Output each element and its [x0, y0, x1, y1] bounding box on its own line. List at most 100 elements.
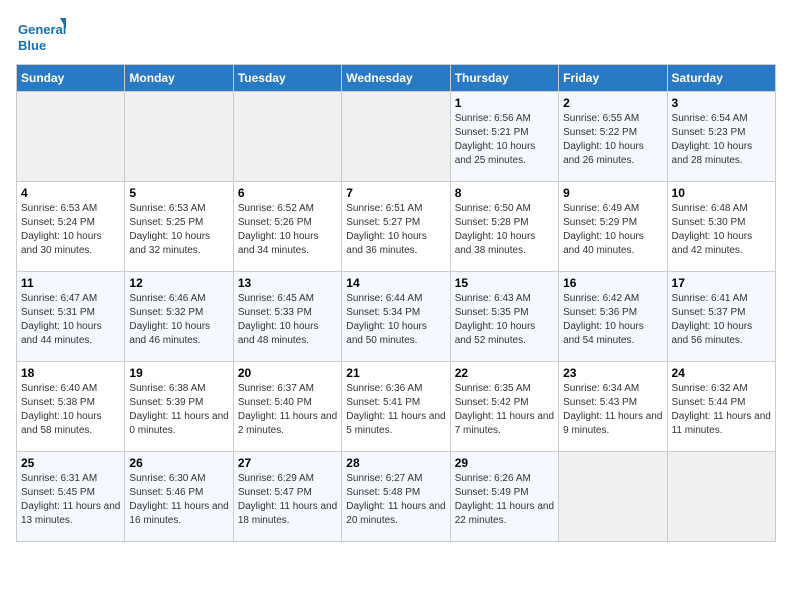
day-info: Sunrise: 6:52 AM Sunset: 5:26 PM Dayligh…: [238, 202, 337, 258]
daylight-text: Daylight: 10 hours and 44 minutes.: [21, 320, 120, 348]
sunset-text: Sunset: 5:45 PM: [21, 486, 120, 500]
calendar-cell: 29 Sunrise: 6:26 AM Sunset: 5:49 PM Dayl…: [450, 452, 558, 542]
day-number: 12: [129, 276, 228, 290]
sunrise-text: Sunrise: 6:55 AM: [563, 112, 662, 126]
sunrise-text: Sunrise: 6:27 AM: [346, 472, 445, 486]
day-number: 6: [238, 186, 337, 200]
calendar-cell: 6 Sunrise: 6:52 AM Sunset: 5:26 PM Dayli…: [233, 182, 341, 272]
calendar-cell: [17, 92, 125, 182]
calendar-cell: 13 Sunrise: 6:45 AM Sunset: 5:33 PM Dayl…: [233, 272, 341, 362]
daylight-text: Daylight: 10 hours and 32 minutes.: [129, 230, 228, 258]
sunrise-text: Sunrise: 6:34 AM: [563, 382, 662, 396]
calendar-cell: 26 Sunrise: 6:30 AM Sunset: 5:46 PM Dayl…: [125, 452, 233, 542]
sunset-text: Sunset: 5:44 PM: [672, 396, 771, 410]
daylight-text: Daylight: 10 hours and 36 minutes.: [346, 230, 445, 258]
sunrise-text: Sunrise: 6:41 AM: [672, 292, 771, 306]
sunset-text: Sunset: 5:39 PM: [129, 396, 228, 410]
day-number: 22: [455, 366, 554, 380]
day-number: 3: [672, 96, 771, 110]
day-number: 7: [346, 186, 445, 200]
daylight-text: Daylight: 10 hours and 42 minutes.: [672, 230, 771, 258]
daylight-text: Daylight: 10 hours and 25 minutes.: [455, 140, 554, 168]
day-info: Sunrise: 6:38 AM Sunset: 5:39 PM Dayligh…: [129, 382, 228, 438]
day-number: 14: [346, 276, 445, 290]
calendar-cell: 20 Sunrise: 6:37 AM Sunset: 5:40 PM Dayl…: [233, 362, 341, 452]
calendar-cell: 4 Sunrise: 6:53 AM Sunset: 5:24 PM Dayli…: [17, 182, 125, 272]
daylight-text: Daylight: 10 hours and 38 minutes.: [455, 230, 554, 258]
daylight-text: Daylight: 11 hours and 9 minutes.: [563, 410, 662, 438]
day-info: Sunrise: 6:29 AM Sunset: 5:47 PM Dayligh…: [238, 472, 337, 528]
sunset-text: Sunset: 5:32 PM: [129, 306, 228, 320]
sunset-text: Sunset: 5:30 PM: [672, 216, 771, 230]
day-info: Sunrise: 6:49 AM Sunset: 5:29 PM Dayligh…: [563, 202, 662, 258]
daylight-text: Daylight: 10 hours and 28 minutes.: [672, 140, 771, 168]
daylight-text: Daylight: 11 hours and 0 minutes.: [129, 410, 228, 438]
sunset-text: Sunset: 5:37 PM: [672, 306, 771, 320]
header-thursday: Thursday: [450, 65, 558, 92]
calendar-cell: 11 Sunrise: 6:47 AM Sunset: 5:31 PM Dayl…: [17, 272, 125, 362]
calendar-cell: 27 Sunrise: 6:29 AM Sunset: 5:47 PM Dayl…: [233, 452, 341, 542]
day-info: Sunrise: 6:37 AM Sunset: 5:40 PM Dayligh…: [238, 382, 337, 438]
sunset-text: Sunset: 5:49 PM: [455, 486, 554, 500]
calendar-week-4: 25 Sunrise: 6:31 AM Sunset: 5:45 PM Dayl…: [17, 452, 776, 542]
day-info: Sunrise: 6:54 AM Sunset: 5:23 PM Dayligh…: [672, 112, 771, 168]
day-number: 18: [21, 366, 120, 380]
calendar-week-0: 1 Sunrise: 6:56 AM Sunset: 5:21 PM Dayli…: [17, 92, 776, 182]
day-number: 28: [346, 456, 445, 470]
calendar-cell: 24 Sunrise: 6:32 AM Sunset: 5:44 PM Dayl…: [667, 362, 775, 452]
sunset-text: Sunset: 5:48 PM: [346, 486, 445, 500]
sunrise-text: Sunrise: 6:26 AM: [455, 472, 554, 486]
day-info: Sunrise: 6:31 AM Sunset: 5:45 PM Dayligh…: [21, 472, 120, 528]
sunrise-text: Sunrise: 6:32 AM: [672, 382, 771, 396]
day-info: Sunrise: 6:56 AM Sunset: 5:21 PM Dayligh…: [455, 112, 554, 168]
header-wednesday: Wednesday: [342, 65, 450, 92]
daylight-text: Daylight: 10 hours and 46 minutes.: [129, 320, 228, 348]
sunset-text: Sunset: 5:25 PM: [129, 216, 228, 230]
sunset-text: Sunset: 5:46 PM: [129, 486, 228, 500]
calendar-cell: 2 Sunrise: 6:55 AM Sunset: 5:22 PM Dayli…: [559, 92, 667, 182]
day-number: 16: [563, 276, 662, 290]
sunrise-text: Sunrise: 6:36 AM: [346, 382, 445, 396]
page-header: General Blue: [16, 16, 776, 56]
day-info: Sunrise: 6:46 AM Sunset: 5:32 PM Dayligh…: [129, 292, 228, 348]
sunrise-text: Sunrise: 6:35 AM: [455, 382, 554, 396]
day-info: Sunrise: 6:26 AM Sunset: 5:49 PM Dayligh…: [455, 472, 554, 528]
sunrise-text: Sunrise: 6:54 AM: [672, 112, 771, 126]
day-number: 11: [21, 276, 120, 290]
sunrise-text: Sunrise: 6:43 AM: [455, 292, 554, 306]
header-tuesday: Tuesday: [233, 65, 341, 92]
header-friday: Friday: [559, 65, 667, 92]
calendar-cell: 1 Sunrise: 6:56 AM Sunset: 5:21 PM Dayli…: [450, 92, 558, 182]
sunset-text: Sunset: 5:31 PM: [21, 306, 120, 320]
sunset-text: Sunset: 5:21 PM: [455, 126, 554, 140]
daylight-text: Daylight: 10 hours and 34 minutes.: [238, 230, 337, 258]
day-number: 23: [563, 366, 662, 380]
sunrise-text: Sunrise: 6:38 AM: [129, 382, 228, 396]
sunset-text: Sunset: 5:36 PM: [563, 306, 662, 320]
daylight-text: Daylight: 11 hours and 22 minutes.: [455, 500, 554, 528]
sunset-text: Sunset: 5:40 PM: [238, 396, 337, 410]
day-number: 21: [346, 366, 445, 380]
header-saturday: Saturday: [667, 65, 775, 92]
calendar-cell: 16 Sunrise: 6:42 AM Sunset: 5:36 PM Dayl…: [559, 272, 667, 362]
sunrise-text: Sunrise: 6:45 AM: [238, 292, 337, 306]
calendar-cell: 15 Sunrise: 6:43 AM Sunset: 5:35 PM Dayl…: [450, 272, 558, 362]
day-info: Sunrise: 6:34 AM Sunset: 5:43 PM Dayligh…: [563, 382, 662, 438]
day-number: 15: [455, 276, 554, 290]
sunrise-text: Sunrise: 6:52 AM: [238, 202, 337, 216]
logo-svg: General Blue: [16, 16, 66, 56]
calendar-cell: [559, 452, 667, 542]
header-monday: Monday: [125, 65, 233, 92]
sunset-text: Sunset: 5:41 PM: [346, 396, 445, 410]
day-number: 29: [455, 456, 554, 470]
daylight-text: Daylight: 11 hours and 18 minutes.: [238, 500, 337, 528]
sunrise-text: Sunrise: 6:48 AM: [672, 202, 771, 216]
daylight-text: Daylight: 10 hours and 40 minutes.: [563, 230, 662, 258]
daylight-text: Daylight: 10 hours and 50 minutes.: [346, 320, 445, 348]
sunset-text: Sunset: 5:33 PM: [238, 306, 337, 320]
day-info: Sunrise: 6:30 AM Sunset: 5:46 PM Dayligh…: [129, 472, 228, 528]
calendar-cell: [667, 452, 775, 542]
day-info: Sunrise: 6:53 AM Sunset: 5:25 PM Dayligh…: [129, 202, 228, 258]
daylight-text: Daylight: 11 hours and 5 minutes.: [346, 410, 445, 438]
sunset-text: Sunset: 5:24 PM: [21, 216, 120, 230]
